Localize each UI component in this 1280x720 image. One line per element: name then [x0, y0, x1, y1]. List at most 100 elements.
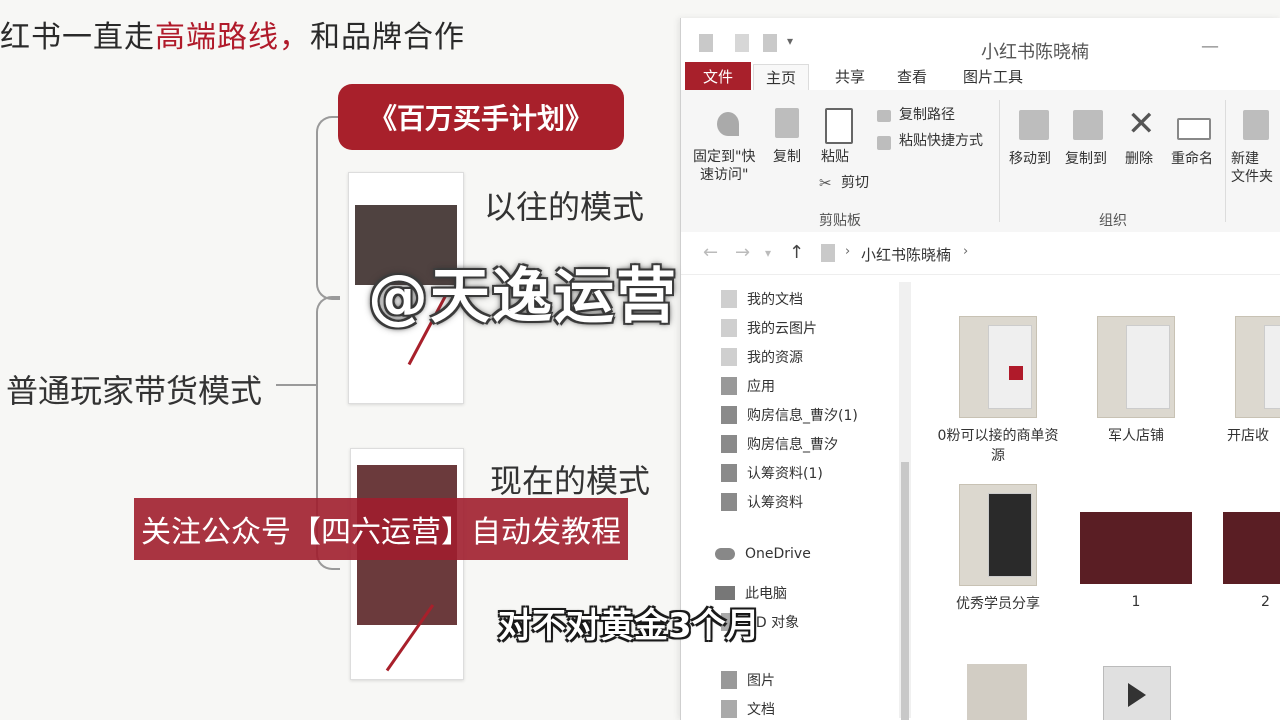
window-title: 小红书陈晓楠 [981, 42, 1089, 63]
recent-dropdown-icon[interactable]: ▾ [765, 246, 771, 260]
copy-button[interactable]: 复制 [773, 148, 801, 166]
chevron-down-icon[interactable]: ▾ [787, 34, 793, 48]
tab-picture-tools[interactable]: 图片工具 [963, 66, 1023, 87]
new-folder-icon[interactable] [763, 34, 777, 52]
file-name: 优秀学员分享 [956, 596, 1040, 612]
nav-item[interactable]: 应用 [721, 373, 775, 399]
nav-item-label: 我的云图片 [747, 321, 817, 337]
folder-icon [821, 244, 835, 262]
forward-arrow-icon[interactable]: → [735, 242, 750, 263]
nav-item-label: 文档 [747, 702, 775, 718]
image-thumbnail [1080, 512, 1192, 584]
nav-item[interactable]: 我的资源 [721, 344, 803, 370]
nav-item[interactable]: 认筹资料(1) [721, 460, 823, 486]
ribbon-separator [999, 100, 1000, 222]
tab-view[interactable]: 查看 [897, 66, 927, 87]
move-to-button[interactable]: 移动到 [1009, 150, 1051, 168]
folder-icon [721, 348, 737, 366]
video-file-icon[interactable] [1103, 666, 1171, 720]
mindmap-bracket-top [316, 116, 340, 300]
nav-item-label: 购房信息_曹汐 [747, 437, 838, 453]
copy-to-button[interactable]: 复制到 [1065, 150, 1107, 168]
address-path[interactable]: 小红书陈晓楠 [861, 244, 951, 265]
nav-item-onedrive[interactable]: OneDrive [715, 541, 811, 567]
file-item-image[interactable]: 1 [1071, 512, 1201, 612]
nav-item-label: 图片 [747, 673, 775, 689]
document-icon [721, 406, 737, 424]
folder-icon[interactable] [699, 34, 713, 52]
nav-item-label: 认筹资料 [747, 495, 803, 511]
watermark: @天逸运营 [368, 262, 678, 332]
nav-item-label: 我的文档 [747, 292, 803, 308]
clipboard-group-label: 剪贴板 [819, 213, 861, 229]
delete-icon: ✕ [1127, 104, 1156, 144]
document-icon [721, 435, 737, 453]
chevron-right-icon[interactable]: › [963, 244, 968, 259]
move-to-icon [1019, 110, 1049, 140]
paste-shortcut-button[interactable]: 粘贴快捷方式 [899, 132, 983, 150]
nav-item[interactable]: 购房信息_曹汐(1) [721, 402, 858, 428]
nav-item-label: 我的资源 [747, 350, 803, 366]
nav-item[interactable]: 我的文档 [721, 286, 803, 312]
copy-to-icon [1073, 110, 1103, 140]
folder-icon [721, 290, 737, 308]
document-icon [721, 700, 737, 718]
file-name: 0粉可以接的商单资源 [937, 428, 1059, 464]
file-item-partial[interactable] [967, 664, 1027, 720]
ribbon-separator [1225, 100, 1226, 222]
scrollbar-thumb[interactable] [901, 462, 909, 720]
title-bar: ▾ 小红书陈晓楠 — [681, 18, 1280, 63]
back-arrow-icon[interactable]: ← [703, 242, 718, 263]
file-name: 1 [1131, 594, 1141, 610]
file-name: 军人店铺 [1108, 428, 1164, 444]
file-item-folder[interactable]: 优秀学员分享 [933, 484, 1063, 614]
copy-icon [775, 108, 799, 138]
delete-button[interactable]: 删除 [1125, 150, 1153, 168]
copy-path-button[interactable]: 复制路径 [899, 106, 955, 124]
cut-button[interactable]: 剪切 [841, 174, 869, 192]
paste-shortcut-icon [877, 136, 891, 150]
document-icon [1264, 325, 1280, 409]
nav-item[interactable]: 我的云图片 [721, 315, 817, 341]
nav-item[interactable]: 图片 [721, 667, 775, 693]
headline: 红书一直走高端路线，和品牌合作 [0, 12, 465, 56]
ribbon: 固定到"快 速访问" 复制 粘贴 复制路径 粘贴快捷方式 ✂ 剪切 剪贴板 移动… [681, 90, 1280, 233]
address-bar: ← → ▾ ↑ › 小红书陈晓楠 › [681, 232, 1280, 275]
nav-item-label: OneDrive [745, 546, 811, 562]
copy-path-icon [877, 110, 891, 122]
past-mode-label: 以往的模式 [484, 188, 645, 226]
current-mode-label: 现在的模式 [490, 462, 651, 500]
new-folder-button[interactable]: 新建 文件夹 [1231, 150, 1273, 186]
document-icon [721, 493, 737, 511]
properties-icon[interactable] [735, 34, 749, 52]
pin-quick-access-button[interactable]: 固定到"快 速访问" [693, 148, 755, 184]
tab-file[interactable]: 文件 [685, 62, 751, 90]
folder-icon [959, 484, 1037, 586]
folder-icon [721, 319, 737, 337]
file-explorer-window: ▾ 小红书陈晓楠 — 文件 主页 共享 查看 图片工具 固定到"快 速访问" 复… [680, 18, 1280, 720]
nav-item[interactable]: 购房信息_曹汐 [721, 431, 838, 457]
nav-item-label: 认筹资料(1) [747, 466, 823, 482]
paste-button[interactable]: 粘贴 [821, 148, 849, 166]
nav-item[interactable]: 认筹资料 [721, 489, 803, 515]
headline-pre: 红书一直走 [0, 20, 155, 55]
organize-group-label: 组织 [1099, 213, 1127, 229]
nav-item[interactable]: 文档 [721, 696, 775, 720]
video-subtitle: 对不对黄金3个月 [498, 606, 760, 646]
file-item-folder[interactable]: 0粉可以接的商单资源 [933, 316, 1063, 466]
file-item-folder[interactable]: 军人店铺 [1071, 316, 1201, 446]
up-arrow-icon[interactable]: ↑ [789, 242, 804, 263]
minimize-icon[interactable]: — [1201, 36, 1219, 57]
file-name: 开店收 [1227, 428, 1269, 444]
apps-icon [721, 377, 737, 395]
tab-share[interactable]: 共享 [835, 66, 865, 87]
scissors-icon: ✂ [819, 174, 832, 192]
file-list: 0粉可以接的商单资源 军人店铺 开店收 优秀学员分享 1 2 [913, 276, 1280, 720]
rename-button[interactable]: 重命名 [1171, 150, 1213, 168]
file-item-image[interactable]: 2 [1209, 512, 1280, 612]
nav-scrollbar[interactable] [899, 282, 911, 720]
file-item-folder[interactable]: 开店收 [1209, 316, 1280, 446]
tab-home[interactable]: 主页 [753, 64, 810, 90]
chevron-right-icon: › [845, 244, 851, 259]
document-icon [1126, 325, 1170, 409]
